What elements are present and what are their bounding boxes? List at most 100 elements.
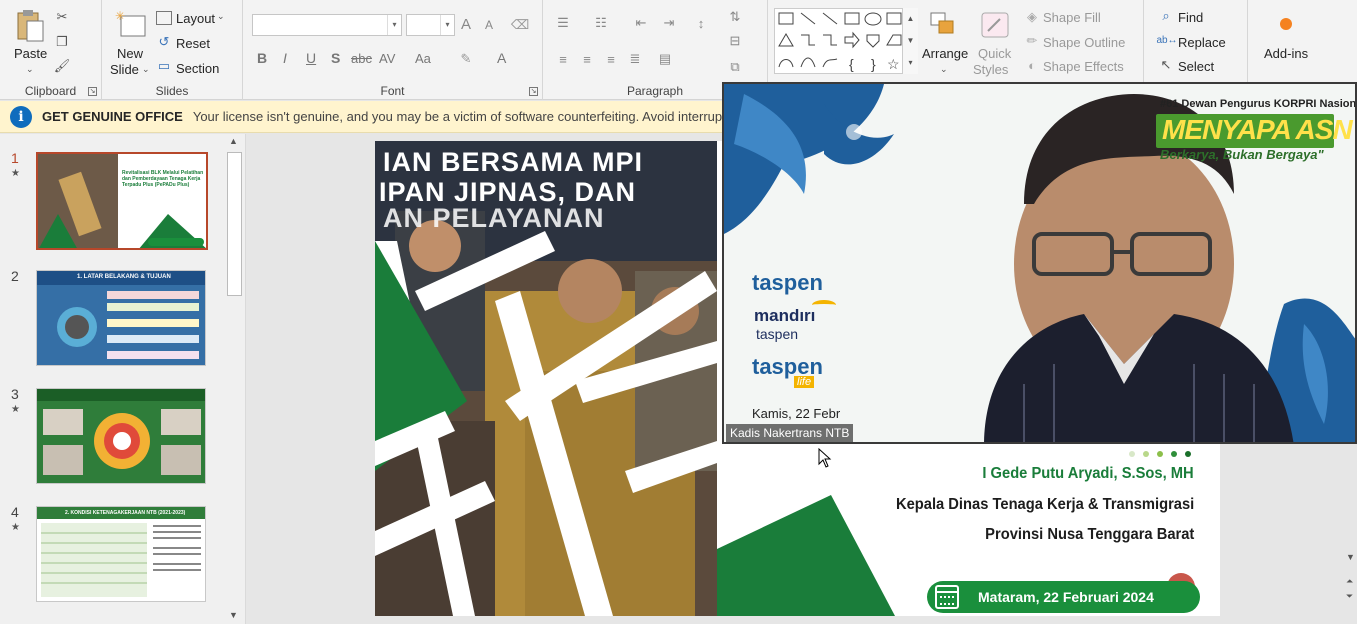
underline-button[interactable]: U [306,50,316,66]
scroll-up-icon[interactable]: ▲ [229,136,238,146]
info-icon: i [10,105,32,128]
shadow-button[interactable]: S [331,50,340,66]
strikethrough-button[interactable]: abc [351,51,372,66]
char-spacing-button[interactable]: AV [379,51,395,66]
shapes-gallery[interactable]: {} ☆ [774,8,918,74]
smartart-icon[interactable]: ⧉ [725,58,745,76]
reset-button[interactable]: Reset [176,36,210,51]
gallery-scroll[interactable]: ▲ ▼ ▾ [902,8,918,74]
slides-group: ✳ New Slide ⌄ Layout ⌄ ↺ Reset ▭ Section… [102,0,243,100]
grow-font-button[interactable]: A [461,16,471,33]
slide-banner-line-3: AN PELAYANAN [383,203,605,233]
font-name-dropdown-icon[interactable]: ▾ [387,15,401,35]
arrange-icon[interactable] [928,10,960,40]
bold-button[interactable]: B [257,50,267,66]
sponsor-taspen-life-sub: life [794,376,815,388]
shape-effects-button[interactable]: Shape Effects [1043,59,1124,74]
prev-slide-icon[interactable]: ⏶ [1346,576,1357,587]
decrease-indent-icon[interactable]: ⇤ [631,14,651,32]
arrange-dropdown-icon[interactable]: ⌄ [940,64,948,75]
slides-label: Slides [155,84,189,98]
new-slide-button[interactable]: New [117,46,143,61]
layout-dropdown-icon[interactable]: ⌄ [217,11,225,22]
presenter-province: Provinsi Nusa Tenggara Barat [984,526,1194,543]
clipboard-label: Clipboard [24,84,77,98]
quick-styles-button[interactable]: Quick [978,46,1011,61]
bullets-icon[interactable]: ☰ [553,14,573,32]
align-text-icon[interactable]: ⊟ [725,32,745,50]
scroll-down-icon[interactable]: ▼ [229,610,238,620]
svg-text:☆: ☆ [887,56,900,72]
align-center-icon[interactable]: ≡ [577,50,597,68]
slide-thumbnail-4[interactable]: 2. KONDISI KETENAGAKERJAAN NTB (2021-202… [36,506,206,602]
svg-text:✳: ✳ [115,10,125,23]
thumb-star-icon: ★ [11,168,20,179]
new-slide-dropdown-icon[interactable]: ⌄ [142,64,150,75]
slide-banner-line-1: IAN BERSAMA MPI [383,147,644,177]
format-painter-icon[interactable]: 🖌 [54,58,71,74]
paste-dropdown-icon[interactable]: ⌄ [26,64,34,75]
thumb-number: 4 [11,504,19,520]
addins-icon[interactable] [1280,18,1292,30]
presentation-date: Mataram, 22 Februari 2024 [978,589,1154,605]
slide-thumbnail-2[interactable]: 1. LATAR BELAKANG & TUJUAN [36,270,206,366]
font-label: Font [380,84,405,98]
scroll-down-icon[interactable]: ▼ [1346,552,1357,562]
presenter-name: I Gede Putu Aryadi, S.Sos, MH [982,465,1194,482]
increase-indent-icon[interactable]: ⇥ [659,14,679,32]
infobar-message: Your license isn't genuine, and you may … [192,109,744,124]
arrange-button[interactable]: Arrange [922,46,968,61]
new-slide-label2[interactable]: Slide [110,62,139,77]
shape-effects-icon: ◐ [1028,57,1036,73]
align-right-icon[interactable]: ≡ [601,50,621,68]
justify-icon[interactable]: ≣ [625,50,645,68]
layout-button[interactable]: Layout [176,11,215,26]
addins-button[interactable]: Add-ins [1264,46,1308,61]
find-button[interactable]: Find [1178,10,1203,25]
columns-icon[interactable]: ▤ [655,50,675,68]
scroll-thumb[interactable] [227,152,242,296]
highlight-icon[interactable]: ✎ [457,50,475,68]
video-call-window[interactable]: #61 Dewan Pengurus KORPRI Nasional MENYA… [722,82,1357,444]
font-color-button[interactable]: A [497,50,506,66]
paste-button[interactable]: Paste [14,46,47,61]
quick-styles-icon[interactable] [980,10,1010,40]
change-case-button[interactable]: Aa [415,51,431,66]
event-tagline: Berkarya, Bukan Bergaya" [1160,147,1324,162]
thumb-star-icon: ★ [11,522,20,533]
shape-fill-button[interactable]: Shape Fill [1043,10,1101,25]
align-left-icon[interactable]: ≡ [553,50,573,68]
paste-icon[interactable] [14,8,46,44]
broadcast-date: Kamis, 22 Febr [752,406,841,421]
quick-styles-label2[interactable]: Styles [973,62,1008,77]
thumb-number: 1 [11,150,19,166]
shapes-gallery-icon[interactable]: {} ☆ [775,9,919,75]
font-size-combo[interactable]: ▾ [406,14,455,36]
slide-thumbnail-3[interactable] [36,388,206,484]
copy-icon[interactable]: ❐ [54,34,70,50]
italic-button[interactable]: I [283,50,287,66]
svg-text:}: } [871,56,876,72]
cut-icon[interactable]: ✂ [54,9,70,25]
clipboard-launcher-icon[interactable]: ↘ [88,87,97,96]
next-slide-icon[interactable]: ⏷ [1346,591,1357,602]
shrink-font-button[interactable]: A [485,18,493,32]
canvas-right-scrollbar[interactable]: ▼ ⏶ ⏷ [1346,550,1357,624]
font-size-dropdown-icon[interactable]: ▾ [440,15,454,35]
slide-thumbnail-1[interactable]: Revitalisasi BLK Melalui Pelatihan dan P… [36,152,208,250]
clear-format-icon[interactable]: ⌫ [511,16,529,34]
shape-outline-button[interactable]: Shape Outline [1043,35,1125,50]
numbering-icon[interactable]: ☷ [591,14,611,32]
text-direction-icon[interactable]: ⇅ [725,8,745,26]
line-spacing-icon[interactable]: ↕ [691,14,711,32]
select-button[interactable]: Select [1178,59,1214,74]
thumb-2-art [37,285,205,365]
sponsor-taspen-logo: taspen [752,270,823,295]
replace-button[interactable]: Replace [1178,35,1226,50]
new-slide-icon[interactable]: ✳ [114,8,148,42]
font-name-combo[interactable]: ▾ [252,14,402,36]
font-launcher-icon[interactable]: ↘ [529,87,538,96]
slide-thumbnail-pane: 1 ★ Revitalisasi BLK Melalui Pelatihan d… [0,134,246,624]
section-button[interactable]: Section [176,61,219,76]
thumbnail-scrollbar[interactable]: ▲ ▼ [226,134,244,624]
